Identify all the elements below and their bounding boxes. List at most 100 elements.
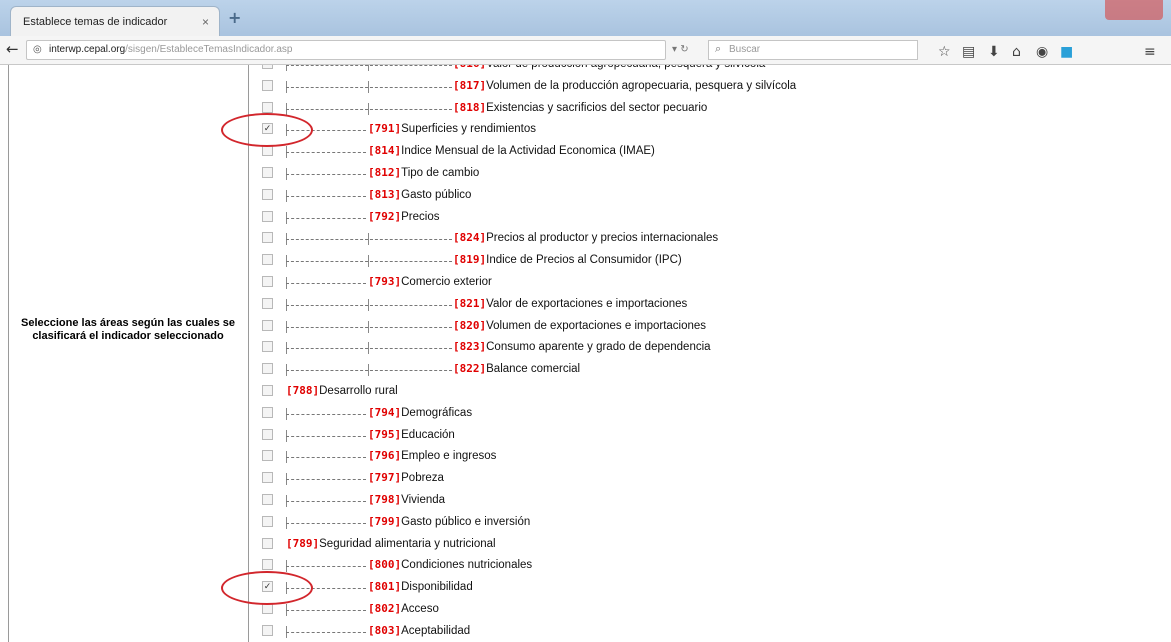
tree-connector: [286, 500, 366, 502]
tree-connector: [286, 457, 366, 459]
topic-entry: [796]Empleo e ingresos: [368, 449, 496, 462]
topic-code: [792]: [368, 209, 402, 223]
menu-icon[interactable]: ≡: [1144, 44, 1156, 60]
topic-code: [817]: [453, 78, 487, 92]
topic-label: Desarrollo rural: [319, 384, 398, 397]
tab-title: Establece temas de indicador: [23, 16, 168, 28]
topic-checkbox[interactable]: [262, 384, 273, 396]
instructions-label: Seleccione las áreas según las cuales se…: [20, 317, 236, 342]
topic-checkbox[interactable]: [262, 275, 273, 287]
topic-code: [800]: [368, 558, 402, 572]
topic-entry: [800]Condiciones nutricionales: [368, 558, 532, 571]
home-icon[interactable]: ⌂: [1012, 44, 1021, 60]
topic-entry: [793]Comercio exterior: [368, 275, 492, 288]
topic-code: [788]: [286, 383, 320, 397]
search-input[interactable]: ⌕ Buscar: [708, 40, 918, 60]
topic-label: Seguridad alimentaria y nutricional: [319, 537, 496, 550]
highlight-oval: [221, 571, 313, 606]
topic-code: [797]: [368, 471, 402, 485]
bookmark-star-icon[interactable]: ☆: [938, 44, 951, 60]
skype-icon[interactable]: ■: [1060, 44, 1073, 60]
topic-label: Volumen de la producción agropecuaria, p…: [486, 79, 797, 92]
topic-checkbox[interactable]: [262, 537, 273, 549]
chat-icon[interactable]: ◉: [1036, 44, 1048, 60]
topic-checkbox[interactable]: [262, 450, 273, 462]
topic-checkbox[interactable]: [262, 406, 273, 418]
tree-connector: [286, 217, 366, 219]
tree-connector: [286, 522, 366, 524]
tree-connector: [286, 566, 366, 568]
back-arrow-icon[interactable]: ←: [6, 40, 19, 58]
bookmarks-list-icon[interactable]: ▤: [962, 44, 975, 60]
topic-code: [821]: [453, 296, 487, 310]
topic-checkbox[interactable]: [262, 363, 273, 375]
topic-checkbox[interactable]: [262, 319, 273, 331]
topic-label: Valor de exportaciones e importaciones: [486, 297, 688, 310]
topic-code: [795]: [368, 427, 402, 441]
topic-code: [824]: [453, 231, 487, 245]
topic-entry: [792]Precios: [368, 210, 439, 223]
browser-tab[interactable]: Establece temas de indicador ×: [10, 6, 220, 36]
topic-entry: [812]Tipo de cambio: [368, 166, 479, 179]
tree-connector: [286, 609, 366, 611]
url-path: /sisgen/EstableceTemasIndicador.asp: [125, 44, 293, 55]
topic-code: [812]: [368, 165, 402, 179]
topic-checkbox[interactable]: [262, 101, 273, 113]
topic-checkbox[interactable]: [262, 341, 273, 353]
topic-checkbox[interactable]: [262, 254, 273, 266]
topic-checkbox[interactable]: [262, 210, 273, 222]
topic-label: Pobreza: [401, 472, 444, 485]
download-icon[interactable]: ⬇: [988, 44, 1000, 60]
topic-label: Indice Mensual de la Actividad Economica…: [401, 145, 655, 158]
topic-checkbox[interactable]: [262, 232, 273, 244]
topic-checkbox[interactable]: [262, 297, 273, 309]
topic-code: [823]: [453, 340, 487, 354]
topic-checkbox[interactable]: [262, 65, 273, 69]
topic-code: [813]: [368, 187, 402, 201]
tree-connector: [286, 239, 452, 241]
topic-entry: [803]Aceptabilidad: [368, 624, 470, 637]
topic-code: [793]: [368, 274, 402, 288]
topic-entry: [802]Acceso: [368, 602, 439, 615]
topic-entry: [817]Volumen de la producción agropecuar…: [453, 79, 796, 92]
topic-checkbox[interactable]: [262, 472, 273, 484]
topic-checkbox[interactable]: [262, 428, 273, 440]
topic-code: [820]: [453, 318, 487, 332]
topic-entry: [789]Seguridad alimentaria y nutricional: [286, 537, 496, 550]
topic-checkbox[interactable]: [262, 515, 273, 527]
search-icon: ⌕: [715, 43, 722, 55]
topic-label: Existencias y sacrificios del sector pec…: [486, 101, 708, 114]
tree-connector: [286, 152, 366, 154]
tree-connector: [286, 348, 452, 350]
topic-checkbox[interactable]: [262, 624, 273, 636]
topic-code: [816]: [453, 65, 486, 70]
tree-connector: [286, 65, 452, 66]
topic-label: Valor de producción agropecuaria, pesque…: [486, 65, 765, 70]
url-bar[interactable]: ◎ interwp.cepal.org/sisgen/EstableceTema…: [26, 40, 666, 60]
window-controls[interactable]: [1105, 0, 1163, 20]
tree-connector: [286, 108, 452, 110]
tab-bar: Establece temas de indicador × +: [0, 0, 1171, 36]
topic-entry: [819]Indice de Precios al Consumidor (IP…: [453, 253, 682, 266]
topic-label: Empleo e ingresos: [401, 450, 497, 463]
tab-close-icon[interactable]: ×: [202, 15, 209, 29]
topic-entry: [795]Educación: [368, 428, 455, 441]
topic-label: Volumen de exportaciones e importaciones: [486, 319, 707, 332]
topic-entry: [798]Vivienda: [368, 493, 445, 506]
topic-entry: [801]Disponibilidad: [368, 580, 473, 593]
topic-code: [791]: [368, 122, 402, 136]
highlight-oval: [221, 113, 313, 148]
new-tab-icon[interactable]: +: [228, 8, 241, 27]
tree-connector: [286, 282, 366, 284]
topic-checkbox[interactable]: [262, 166, 273, 178]
url-domain: interwp.cepal.org: [49, 44, 126, 55]
topic-checkbox[interactable]: [262, 79, 273, 91]
page-content: Seleccione las áreas según las cuales se…: [0, 65, 1171, 642]
topic-checkbox[interactable]: [262, 559, 273, 571]
topic-code: [796]: [368, 449, 402, 463]
search-placeholder: Buscar: [729, 44, 761, 55]
reload-icon[interactable]: ▾ ↻: [672, 44, 689, 55]
topic-checkbox[interactable]: [262, 188, 273, 200]
topic-entry: [791]Superficies y rendimientos: [368, 122, 536, 135]
topic-checkbox[interactable]: [262, 493, 273, 505]
